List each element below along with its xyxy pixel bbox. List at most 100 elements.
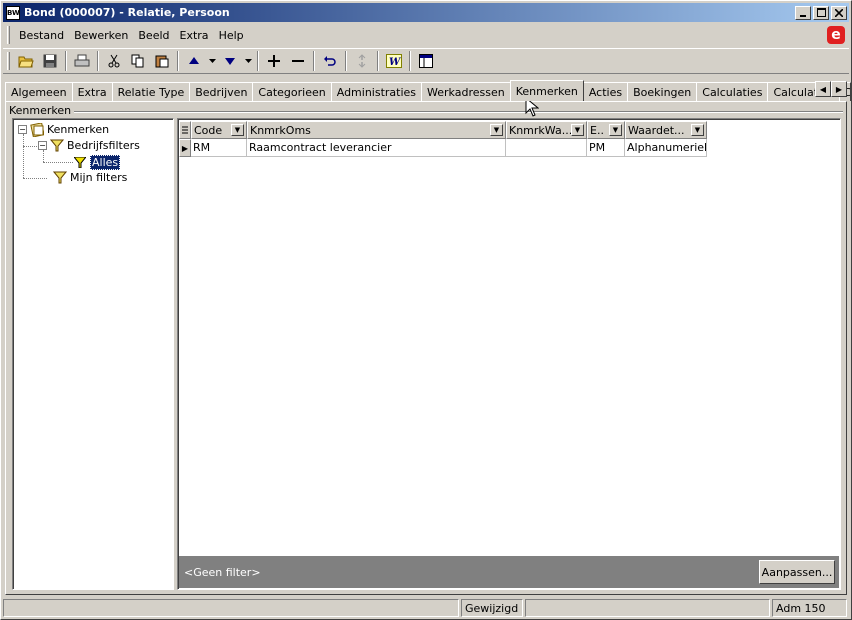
menu-bestand[interactable]: Bestand — [14, 27, 69, 44]
print-icon[interactable] — [71, 50, 93, 72]
tab-scroll-left-icon[interactable]: ◀ — [815, 81, 831, 97]
column-header-code[interactable]: Code ▼ — [191, 121, 247, 139]
tab-strip: Algemeen Extra Relatie Type Bedrijven Ca… — [5, 80, 851, 101]
toolbar-separator — [409, 51, 411, 71]
word-icon[interactable]: W — [383, 50, 405, 72]
paste-icon[interactable] — [151, 50, 173, 72]
tab-kenmerken[interactable]: Kenmerken — [509, 80, 584, 101]
cell-e[interactable]: PM — [587, 139, 625, 157]
tab-extra[interactable]: Extra — [71, 82, 113, 101]
next-dropdown-icon[interactable] — [243, 50, 253, 72]
add-icon[interactable] — [263, 50, 285, 72]
menu-extra[interactable]: Extra — [175, 27, 214, 44]
previous-dropdown-icon[interactable] — [207, 50, 217, 72]
kenmerken-folder-icon — [30, 122, 44, 137]
svg-text:W: W — [389, 57, 402, 68]
refresh-icon[interactable] — [351, 50, 373, 72]
filter-group-icon — [53, 171, 67, 184]
column-label: Waardet... — [628, 123, 685, 137]
window-title: Bond (000007) - Relatie, Persoon — [24, 6, 230, 19]
toolbar-separator — [313, 51, 315, 71]
menu-beeld[interactable]: Beeld — [133, 27, 174, 44]
dropdown-icon[interactable]: ▼ — [490, 124, 503, 136]
filter-group-icon — [50, 139, 64, 152]
filter-bar: <Geen filter> Aanpassen... — [179, 556, 839, 588]
dropdown-icon[interactable]: ▼ — [571, 124, 584, 136]
column-header-e[interactable]: E.. ▼ — [587, 121, 625, 139]
tab-bedrijven[interactable]: Bedrijven — [189, 82, 254, 101]
table-row[interactable]: ▶ RM Raamcontract leverancier PM Alphanu… — [179, 139, 707, 157]
layout-icon[interactable] — [415, 50, 437, 72]
maximize-button[interactable] — [813, 5, 829, 20]
tree-label-kenmerken: Kenmerken — [47, 123, 110, 136]
collapse-icon[interactable]: − — [38, 141, 47, 150]
cut-icon[interactable] — [103, 50, 125, 72]
tab-calculaties[interactable]: Calculaties — [696, 82, 769, 101]
grid-header: Code ▼ KnmrkOms ▼ KnmrkWa... ▼ E.. ▼ Waardet… — [179, 121, 707, 139]
tab-administraties[interactable]: Administraties — [330, 82, 423, 101]
minimize-button[interactable] — [795, 5, 811, 20]
tab-algemeen[interactable]: Algemeen — [5, 82, 73, 101]
cell-code[interactable]: RM — [191, 139, 247, 157]
column-chooser-icon[interactable] — [179, 121, 191, 139]
tree-node-alles[interactable]: Alles — [70, 155, 121, 170]
toolbar-separator — [97, 51, 99, 71]
status-panel-1 — [3, 599, 459, 617]
next-record-icon[interactable] — [219, 50, 241, 72]
tab-scroll: ◀ ▶ — [815, 81, 847, 97]
column-header-knmrkwaarde[interactable]: KnmrkWa... ▼ — [506, 121, 587, 139]
menu-bar: Bestand Bewerken Beeld Extra Help e — [3, 24, 849, 46]
tab-categorieen[interactable]: Categorieen — [252, 82, 332, 101]
undo-icon[interactable] — [319, 50, 341, 72]
cell-knmrkwaarde[interactable] — [506, 139, 587, 157]
tab-relatie-type[interactable]: Relatie Type — [111, 82, 191, 101]
filter-status[interactable]: <Geen filter> — [184, 566, 261, 579]
main-window: BW Bond (000007) - Relatie, Persoon Best… — [0, 0, 852, 620]
toolbar-grip[interactable] — [7, 52, 10, 70]
kenmerken-grid[interactable]: Code ▼ KnmrkOms ▼ KnmrkWa... ▼ E.. ▼ Waardet… — [177, 118, 841, 590]
tab-werkadressen[interactable]: Werkadressen — [421, 82, 511, 101]
group-divider — [73, 111, 843, 113]
tree-node-kenmerken[interactable]: − Kenmerken — [18, 122, 110, 137]
copy-icon[interactable] — [127, 50, 149, 72]
tab-acties[interactable]: Acties — [582, 82, 629, 101]
column-label: KnmrkOms — [250, 123, 311, 137]
dropdown-icon[interactable]: ▼ — [609, 124, 622, 136]
tab-boekingen[interactable]: Boekingen — [627, 82, 698, 101]
collapse-icon[interactable]: − — [18, 125, 27, 134]
tab-scroll-right-icon[interactable]: ▶ — [831, 81, 847, 97]
dropdown-icon[interactable]: ▼ — [691, 124, 704, 136]
tree-line — [23, 178, 47, 179]
status-panel-admin: Adm 150 — [772, 599, 847, 617]
app-icon[interactable]: BW — [6, 5, 20, 20]
title-bar[interactable]: BW Bond (000007) - Relatie, Persoon — [3, 3, 849, 22]
toolbar: W — [3, 48, 849, 74]
toolbar-separator — [345, 51, 347, 71]
filter-icon — [73, 156, 87, 169]
column-label: KnmrkWa... — [509, 123, 573, 137]
close-button[interactable] — [831, 5, 847, 20]
open-folder-icon[interactable] — [15, 50, 37, 72]
column-header-knmrkoms[interactable]: KnmrkOms ▼ — [247, 121, 506, 139]
row-indicator-icon: ▶ — [179, 139, 191, 157]
save-icon[interactable] — [39, 50, 61, 72]
delete-icon[interactable] — [287, 50, 309, 72]
cell-knmrkoms[interactable]: Raamcontract leverancier — [247, 139, 506, 157]
tree-label-bedrijfsfilters: Bedrijfsfilters — [67, 139, 140, 152]
customize-button[interactable]: Aanpassen... — [759, 560, 835, 584]
tree-node-mijn-filters[interactable]: Mijn filters — [50, 171, 127, 184]
column-label: Code — [194, 123, 223, 137]
column-header-waardetype[interactable]: Waardet... ▼ — [625, 121, 707, 139]
dropdown-icon[interactable]: ▼ — [231, 124, 244, 136]
cell-waardetype[interactable]: Alphanumeriek — [625, 139, 707, 157]
column-label: E.. — [590, 123, 604, 137]
tree-label-mijn-filters: Mijn filters — [70, 171, 128, 184]
tree-node-bedrijfsfilters[interactable]: − Bedrijfsfilters — [38, 139, 140, 152]
menu-bewerken[interactable]: Bewerken — [69, 27, 133, 44]
previous-record-icon[interactable] — [183, 50, 205, 72]
tree-label-alles: Alles — [90, 155, 121, 170]
menu-help[interactable]: Help — [214, 27, 249, 44]
filter-tree[interactable]: − Kenmerken − Bedrijfsfilters Alles Mijn… — [12, 118, 174, 590]
tree-line — [23, 146, 37, 147]
menu-grip[interactable] — [7, 26, 10, 44]
